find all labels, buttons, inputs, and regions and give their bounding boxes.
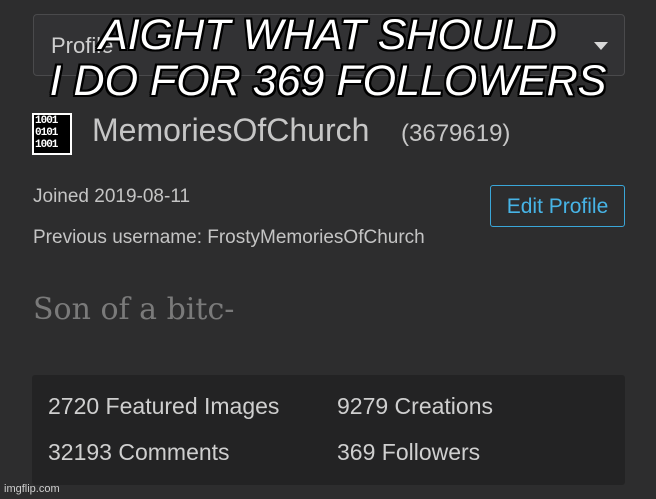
watermark: imgflip.com bbox=[4, 483, 60, 495]
avatar[interactable]: 1001 0101 1001 bbox=[32, 113, 72, 155]
avatar-row: 1001 bbox=[35, 139, 58, 151]
profile-page: Profile 1001 0101 1001 MemoriesOfChurch … bbox=[0, 0, 656, 499]
dropdown-value: Profile bbox=[51, 33, 114, 58]
stat-comments[interactable]: 32193 Comments bbox=[48, 439, 230, 466]
avatar-row: 0101 bbox=[35, 127, 58, 139]
username: MemoriesOfChurch bbox=[92, 112, 370, 148]
stats-panel: 2720 Featured Images 9279 Creations 3219… bbox=[32, 375, 625, 485]
stat-creations[interactable]: 9279 Creations bbox=[337, 393, 493, 420]
edit-profile-button[interactable]: Edit Profile bbox=[490, 185, 625, 227]
stat-followers[interactable]: 369 Followers bbox=[337, 439, 480, 466]
joined-date: Joined 2019-08-11 bbox=[33, 186, 191, 207]
profile-bio: Son of a bitc- bbox=[33, 292, 235, 327]
user-id: (3679619) bbox=[401, 120, 511, 147]
avatar-binary-pattern: 1001 0101 1001 bbox=[34, 115, 70, 153]
chevron-down-icon[interactable] bbox=[594, 42, 608, 50]
previous-username: Previous username: FrostyMemoriesOfChurc… bbox=[33, 227, 425, 248]
stat-featured-images[interactable]: 2720 Featured Images bbox=[48, 393, 279, 420]
section-dropdown[interactable]: Profile bbox=[33, 14, 625, 76]
avatar-row: 1001 bbox=[35, 115, 58, 127]
